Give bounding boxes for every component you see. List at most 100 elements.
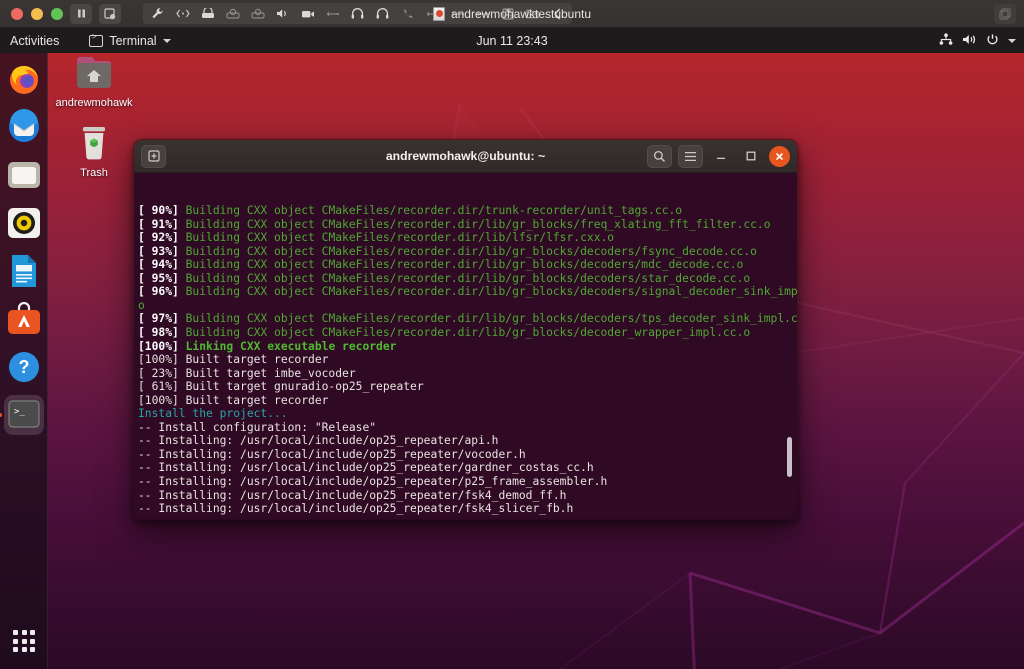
terminal-titlebar[interactable]: andrewmohawk@ubuntu: ~ xyxy=(134,140,797,173)
terminal-line: -- Installing: /usr/local/include/op25_r… xyxy=(138,489,795,503)
svg-text:?: ? xyxy=(18,357,29,377)
headphones-icon[interactable] xyxy=(370,3,395,24)
activities-button[interactable]: Activities xyxy=(0,32,68,50)
terminal-text: -- Installing: /usr/local/include/op25_r… xyxy=(138,475,608,489)
terminal-scrollbar[interactable] xyxy=(787,437,792,477)
phone-icon[interactable] xyxy=(395,3,420,24)
system-status-menu[interactable] xyxy=(939,32,1016,49)
usb3-icon[interactable] xyxy=(445,3,470,24)
search-icon[interactable] xyxy=(647,144,672,168)
terminal-text: [ 23%] Built target imbe_vocoder xyxy=(138,366,356,380)
terminal-line: [ 97%] Building CXX object CMakeFiles/re… xyxy=(138,312,797,326)
optical-disk-icon[interactable] xyxy=(220,3,245,24)
dock-item-terminal[interactable]: >_ xyxy=(3,395,44,435)
minimize-window-button[interactable] xyxy=(31,7,43,20)
terminal-app-icon: >_ xyxy=(7,400,40,428)
dock-item-ubuntu-software[interactable] xyxy=(4,299,44,339)
power-icon xyxy=(986,33,999,49)
libreoffice-writer-icon xyxy=(11,255,36,287)
terminal-text: Building CXX object CMakeFiles/recorder.… xyxy=(178,231,615,245)
terminal-text: [ 95%] xyxy=(138,271,179,285)
pause-button[interactable] xyxy=(70,3,92,24)
terminal-text: [ 94%] xyxy=(138,258,179,272)
terminal-line: -- Installing: /usr/local/include/op25_r… xyxy=(138,461,795,475)
desktop-icon-trash[interactable]: Trash xyxy=(52,122,136,179)
desktop-icon-label: andrewmohawk xyxy=(55,97,133,109)
desktop-icon-home[interactable]: andrewmohawk xyxy=(52,52,136,109)
trash-icon xyxy=(83,127,105,160)
terminal-window: andrewmohawk@ubuntu: ~ [90%] Building C… xyxy=(133,139,798,520)
ubuntu-dock: ? >_ xyxy=(0,53,48,669)
share-folder-icon[interactable] xyxy=(520,3,545,24)
terminal-text: -- Installing: /usr/local/include/op25_r… xyxy=(138,434,499,448)
terminal-line: -- Installing: /usr/local/include/op25_r… xyxy=(138,434,795,448)
hamburger-menu-icon[interactable] xyxy=(678,144,703,168)
terminal-line: [100%] Linking CXX executable recorder xyxy=(138,340,795,354)
terminal-text: Building CXX object CMakeFiles/recorder.… xyxy=(178,217,771,231)
terminal-line: [ 91%] Building CXX object CMakeFiles/re… xyxy=(138,218,795,232)
fullscreen-button[interactable] xyxy=(994,4,1016,24)
dock-item-thunderbird[interactable] xyxy=(4,107,44,147)
rhythmbox-icon xyxy=(7,208,40,238)
terminal-text: Building CXX object CMakeFiles/recorder.… xyxy=(178,271,751,285)
app-menu-terminal[interactable]: Terminal xyxy=(82,32,177,50)
show-applications-button[interactable] xyxy=(4,621,44,661)
desktop-icon-label: Trash xyxy=(80,167,108,179)
terminal-text: [ 96%] xyxy=(138,285,179,299)
terminal-line: [ 94%] Building CXX object CMakeFiles/re… xyxy=(138,258,795,272)
network-icon[interactable] xyxy=(170,3,195,24)
terminal-output[interactable]: [ 90%] Building CXX object CMakeFiles/re… xyxy=(134,173,797,519)
files-icon xyxy=(7,162,40,188)
floppy-icon[interactable] xyxy=(495,3,520,24)
headset-icon[interactable] xyxy=(345,3,370,24)
terminal-text: -- Installing: /usr/local/include/op25_r… xyxy=(138,502,574,516)
terminal-text: Building CXX object CMakeFiles/recorder.… xyxy=(178,326,751,340)
terminal-text: [ 98%] xyxy=(138,326,179,340)
usb-icon[interactable] xyxy=(320,3,345,24)
terminal-line: [ 93%] Building CXX object CMakeFiles/re… xyxy=(138,245,795,259)
terminal-text: [ 97%] xyxy=(138,312,179,326)
dock-item-help[interactable]: ? xyxy=(4,347,44,387)
sound-icon[interactable] xyxy=(270,3,295,24)
app-menu-label: Terminal xyxy=(109,33,157,48)
zoom-window-button[interactable] xyxy=(51,7,63,20)
terminal-line: [100%] Built target recorder xyxy=(138,353,795,367)
terminal-line: -- Installing: /usr/local/include/op25_r… xyxy=(138,475,795,489)
thunderbird-icon xyxy=(8,109,39,142)
grid-icon xyxy=(13,630,35,652)
terminal-text: ----------------------------------------… xyxy=(138,516,580,519)
terminal-line: [ 98%] Building CXX object CMakeFiles/re… xyxy=(138,326,795,340)
settings-wrench-icon[interactable] xyxy=(145,3,170,24)
optical-disk2-icon[interactable] xyxy=(245,3,270,24)
dock-item-files[interactable] xyxy=(4,155,44,195)
minimize-icon[interactable] xyxy=(709,145,733,168)
camera-icon[interactable] xyxy=(295,3,320,24)
dock-item-rhythmbox[interactable] xyxy=(4,203,44,243)
vm-device-toolbar[interactable] xyxy=(143,3,572,24)
maximize-icon[interactable] xyxy=(739,145,763,168)
dock-item-firefox[interactable] xyxy=(4,59,44,99)
dock-item-libreoffice-writer[interactable] xyxy=(4,251,44,291)
collapse-icon[interactable] xyxy=(545,3,570,24)
new-tab-icon[interactable] xyxy=(141,144,166,168)
harddisk-icon[interactable] xyxy=(195,3,220,24)
help-icon: ? xyxy=(8,352,39,382)
terminal-text: [ 61%] Built target gnuradio-op25_repeat… xyxy=(138,380,424,394)
close-window-button[interactable] xyxy=(11,7,23,20)
usb4-icon[interactable] xyxy=(470,3,495,24)
terminal-icon xyxy=(89,33,104,47)
terminal-text: [ 93%] xyxy=(138,244,179,258)
terminal-line: ----------------------------------------… xyxy=(138,516,795,519)
terminal-text: [ 92%] xyxy=(138,231,179,245)
terminal-line: [100%] Built target recorder xyxy=(138,394,795,408)
snapshot-button[interactable] xyxy=(99,3,121,24)
terminal-text: o xyxy=(138,298,145,312)
ubuntu-software-icon xyxy=(7,302,40,334)
terminal-line: [ 92%] Building CXX object CMakeFiles/re… xyxy=(138,231,795,245)
terminal-text: Building CXX object CMakeFiles/recorder.… xyxy=(178,258,744,272)
screen-root: andrewmohawktestubuntu Activities Termin… xyxy=(0,0,1024,669)
usb2-icon[interactable] xyxy=(420,3,445,24)
close-icon[interactable] xyxy=(769,145,790,167)
terminal-titlebar-controls xyxy=(647,144,790,168)
terminal-line: [ 90%] Building CXX object CMakeFiles/re… xyxy=(138,204,795,218)
